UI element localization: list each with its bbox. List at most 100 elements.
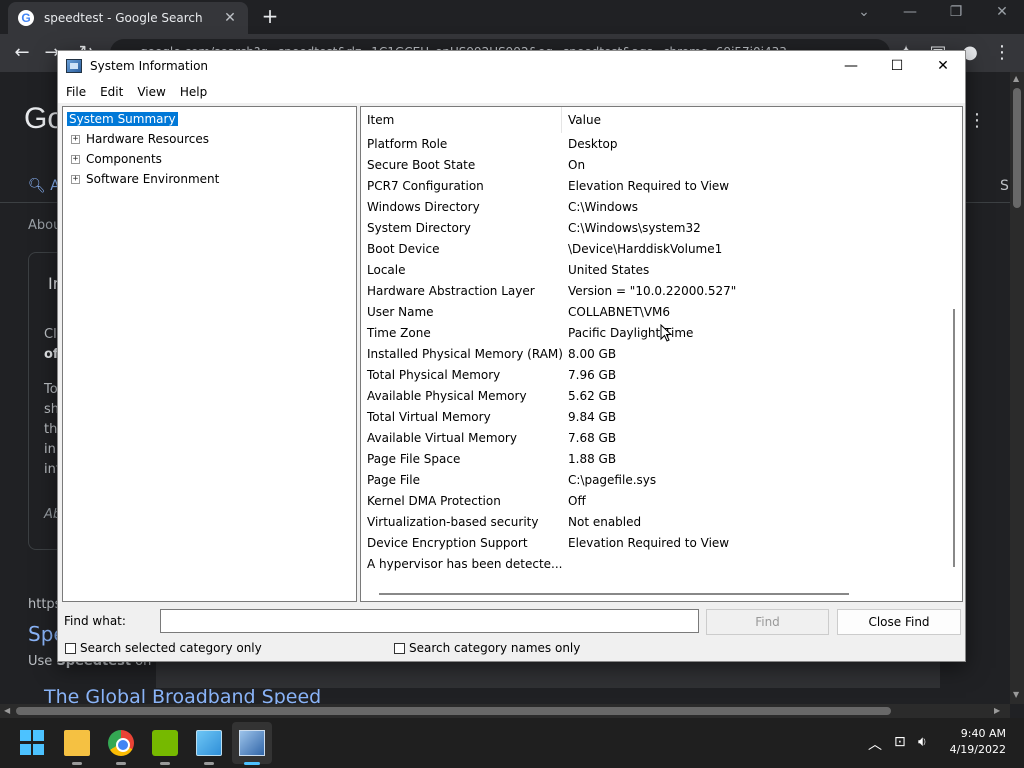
window-titlebar[interactable]: System Information — ☐ ✕	[58, 51, 965, 81]
table-row[interactable]: Available Virtual Memory 7.68 GB	[361, 427, 947, 448]
search-tab-more[interactable]: S	[1000, 178, 1009, 194]
back-arrow-icon[interactable]: ←	[10, 42, 34, 63]
cell-item: Total Virtual Memory	[367, 409, 491, 424]
new-tab-button[interactable]: +	[258, 4, 282, 28]
tree-item-label: System Summary	[67, 112, 178, 126]
search-selected-category-option[interactable]: Search selected category only	[65, 641, 262, 655]
cell-item: Hardware Abstraction Layer	[367, 283, 535, 298]
tab-search-icon[interactable]: ⌄	[852, 4, 876, 20]
table-row[interactable]: Platform Role Desktop	[361, 133, 947, 154]
column-header-value[interactable]: Value	[562, 107, 601, 133]
scroll-up-icon[interactable]: ▲	[1013, 74, 1019, 83]
list-header: Item Value	[361, 107, 947, 133]
network-icon[interactable]: ⊡	[894, 734, 906, 750]
start-windows-icon[interactable]	[20, 730, 46, 756]
table-row[interactable]: Available Physical Memory 5.62 GB	[361, 385, 947, 406]
menu-view[interactable]: View	[137, 85, 165, 99]
browser-tab-title: speedtest - Google Search	[44, 11, 203, 25]
page-vertical-scrollbar[interactable]: ▲ ▼	[1010, 72, 1024, 704]
minimize-button[interactable]: —	[828, 54, 874, 78]
panel-line: To	[44, 382, 58, 397]
table-row[interactable]: Time Zone Pacific Daylight Time	[361, 322, 947, 343]
search-tab-all[interactable]: 🔍︎ A	[28, 178, 60, 194]
table-row[interactable]: PCR7 Configuration Elevation Required to …	[361, 175, 947, 196]
table-row[interactable]: A hypervisor has been detecte...	[361, 553, 947, 574]
table-row[interactable]: Total Physical Memory 7.96 GB	[361, 364, 947, 385]
close-tab-icon[interactable]: ✕	[222, 10, 238, 26]
clock-date: 4/19/2022	[949, 743, 1006, 756]
table-row[interactable]: Windows Directory C:\Windows	[361, 196, 947, 217]
table-row[interactable]: Page File Space 1.88 GB	[361, 448, 947, 469]
list-vertical-scroll-thumb[interactable]	[953, 309, 955, 567]
scroll-right-icon[interactable]: ▶	[994, 706, 1000, 715]
search-category-names-option[interactable]: Search category names only	[394, 641, 580, 655]
page-horizontal-scroll-thumb[interactable]	[16, 707, 891, 715]
table-row[interactable]: Secure Boot State On	[361, 154, 947, 175]
column-header-item[interactable]: Item	[361, 107, 562, 133]
find-what-label: Find what:	[64, 614, 126, 628]
browser-restore-button[interactable]: ❐	[944, 4, 968, 20]
tree-item-software-environment[interactable]: + Software Environment	[71, 170, 219, 188]
scroll-down-icon[interactable]: ▼	[1013, 690, 1019, 699]
table-row[interactable]: User Name COLLABNET\VM6	[361, 301, 947, 322]
menu-file[interactable]: File	[66, 85, 86, 99]
tree-item-hardware-resources[interactable]: + Hardware Resources	[71, 130, 209, 148]
show-hidden-icons-chevron-icon[interactable]: ︿	[868, 734, 882, 754]
browser-minimize-button[interactable]: —	[898, 4, 922, 20]
file-explorer-icon[interactable]	[64, 730, 90, 756]
cell-item: Kernel DMA Protection	[367, 493, 501, 508]
checkbox[interactable]	[394, 642, 405, 654]
chrome-icon[interactable]	[108, 730, 134, 756]
tree-item-system-summary[interactable]: System Summary	[67, 110, 178, 128]
option-label: Search category names only	[409, 641, 581, 655]
cell-value: On	[568, 157, 586, 172]
maximize-button[interactable]: ☐	[874, 54, 920, 78]
chrome-menu-icon[interactable]: ⋮	[990, 42, 1014, 63]
table-row[interactable]: Locale United States	[361, 259, 947, 280]
nvidia-icon[interactable]	[152, 730, 178, 756]
scroll-left-icon[interactable]: ◀	[4, 706, 10, 715]
cell-item: Total Physical Memory	[367, 367, 501, 382]
system-information-taskbar-icon[interactable]	[239, 730, 265, 756]
page-horizontal-scrollbar[interactable]: ◀ ▶	[0, 704, 1010, 718]
tree-item-components[interactable]: + Components	[71, 150, 162, 168]
close-find-button[interactable]: Close Find	[837, 609, 961, 635]
taskbar: ︿ ⊡ 🔉︎ 9:40 AM 4/19/2022	[0, 718, 1024, 768]
page-vertical-scroll-thumb[interactable]	[1013, 88, 1021, 208]
table-row[interactable]: Hardware Abstraction Layer Version = "10.…	[361, 280, 947, 301]
list-horizontal-scrollbar[interactable]	[361, 585, 947, 601]
system-clock[interactable]: 9:40 AM 4/19/2022	[948, 726, 1006, 758]
cell-value: Pacific Daylight Time	[568, 325, 694, 340]
cell-item: Installed Physical Memory (RAM)	[367, 346, 562, 361]
cell-value: 7.96 GB	[568, 367, 617, 382]
table-row[interactable]: Boot Device \Device\HarddiskVolume1	[361, 238, 947, 259]
table-row[interactable]: System Directory C:\Windows\system32	[361, 217, 947, 238]
browser-tab[interactable]: G speedtest - Google Search ✕	[8, 2, 248, 34]
expand-icon[interactable]: +	[71, 174, 80, 184]
table-row[interactable]: Installed Physical Memory (RAM) 8.00 GB	[361, 343, 947, 364]
volume-icon[interactable]: 🔉︎	[918, 734, 927, 750]
menu-help[interactable]: Help	[180, 85, 207, 99]
expand-icon[interactable]: +	[71, 134, 80, 144]
checkbox[interactable]	[65, 642, 76, 654]
cell-item: Available Physical Memory	[367, 388, 527, 403]
window-title: System Information	[90, 59, 209, 73]
list-horizontal-scroll-thumb[interactable]	[379, 593, 849, 595]
cell-value: 8.00 GB	[568, 346, 617, 361]
table-row[interactable]: Kernel DMA Protection Off	[361, 490, 947, 511]
list-vertical-scrollbar[interactable]	[947, 107, 962, 601]
cell-value: Elevation Required to View	[568, 178, 730, 193]
table-row[interactable]: Page File C:\pagefile.sys	[361, 469, 947, 490]
control-panel-icon[interactable]	[196, 730, 222, 756]
cell-value: Not enabled	[568, 514, 642, 529]
table-row[interactable]: Virtualization-based security Not enabled	[361, 511, 947, 532]
browser-close-button[interactable]: ✕	[990, 4, 1014, 20]
menu-bar: File Edit View Help	[58, 81, 965, 103]
table-row[interactable]: Device Encryption Support Elevation Requi…	[361, 532, 947, 553]
menu-edit[interactable]: Edit	[100, 85, 123, 99]
expand-icon[interactable]: +	[71, 154, 80, 164]
find-input[interactable]	[160, 609, 699, 633]
close-button[interactable]: ✕	[920, 54, 966, 78]
find-button[interactable]: Find	[706, 609, 829, 635]
table-row[interactable]: Total Virtual Memory 9.84 GB	[361, 406, 947, 427]
